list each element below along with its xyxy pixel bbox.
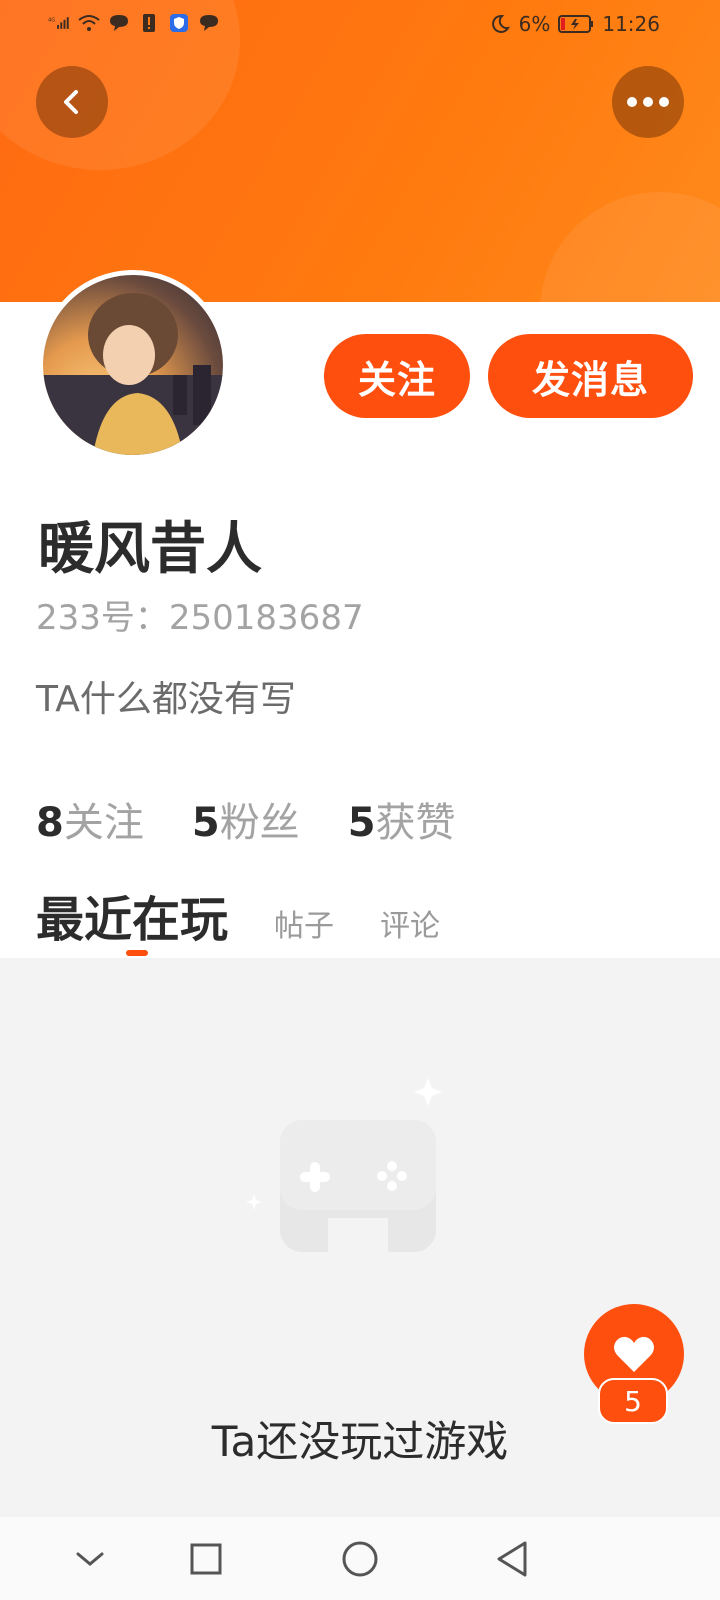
status-left-icons: 4G (48, 12, 220, 34)
tab-recently-played[interactable]: 最近在玩 (36, 880, 228, 950)
wifi-icon (78, 12, 100, 34)
moon-icon (489, 13, 511, 35)
gamepad-icon (246, 1078, 442, 1252)
header-decor-circle (540, 192, 720, 302)
follow-button[interactable]: 关注 (324, 334, 470, 418)
nav-back-button[interactable] (488, 1535, 536, 1583)
tab-comments[interactable]: 评论 (380, 901, 440, 945)
profile-screen: 4G 6% 11:26 关注 发消息 暖风昔人 233号：250183687 T… (0, 0, 720, 1600)
chat-bubble-icon (198, 12, 220, 34)
empty-state-illustration (238, 1070, 478, 1290)
like-count-badge: 5 (598, 1378, 668, 1424)
battery-percent: 6% (518, 12, 551, 36)
alert-icon (138, 12, 160, 34)
username: 暖风昔人 (38, 517, 262, 582)
profile-header-banner: 4G 6% 11:26 (0, 0, 720, 302)
avatar[interactable] (38, 270, 228, 460)
stat-followers-count: 5 (191, 800, 220, 846)
user-id: 233号：250183687 (36, 598, 364, 638)
back-button[interactable] (36, 66, 108, 138)
network-type-label: 4G (48, 18, 55, 24)
battery-icon (558, 13, 594, 35)
circle-icon (342, 1541, 378, 1577)
stat-likes[interactable]: 5 获赞 (348, 790, 456, 848)
stat-likes-count: 5 (347, 800, 376, 846)
stat-likes-label: 获赞 (375, 800, 456, 846)
user-avatar-image (43, 293, 223, 455)
active-tab-indicator (126, 950, 148, 956)
chat-bubble-icon (108, 12, 130, 34)
stat-following-label: 关注 (63, 800, 144, 846)
nav-collapse-button[interactable] (66, 1535, 114, 1583)
stat-following-count: 8 (36, 800, 64, 846)
profile-tabs: 最近在玩 帖子 评论 (36, 880, 440, 950)
square-icon (190, 1543, 222, 1575)
cellular-signal-icon: 4G (48, 12, 70, 34)
status-right-icons: 6% 11:26 (489, 12, 660, 36)
send-message-button[interactable]: 发消息 (488, 334, 693, 418)
stat-followers[interactable]: 5 粉丝 (192, 790, 300, 848)
clock-time: 11:26 (602, 12, 660, 36)
more-dots-icon (627, 97, 669, 107)
shield-app-icon (168, 12, 190, 34)
tab-posts[interactable]: 帖子 (274, 901, 334, 945)
heart-icon (614, 1336, 654, 1372)
triangle-back-icon (497, 1541, 527, 1577)
chevron-down-icon (76, 1552, 104, 1566)
nav-recents-button[interactable] (182, 1535, 230, 1583)
more-options-button[interactable] (612, 66, 684, 138)
back-arrow-icon (64, 90, 78, 114)
stat-followers-label: 粉丝 (219, 800, 300, 846)
user-bio: TA什么都没有写 (36, 679, 296, 720)
profile-stats: 8 关注 5 粉丝 5 获赞 (36, 790, 456, 848)
nav-home-button[interactable] (336, 1535, 384, 1583)
stat-following[interactable]: 8 关注 (36, 790, 144, 848)
system-nav-bar (0, 1517, 720, 1600)
status-bar: 4G 6% 11:26 (0, 0, 720, 50)
